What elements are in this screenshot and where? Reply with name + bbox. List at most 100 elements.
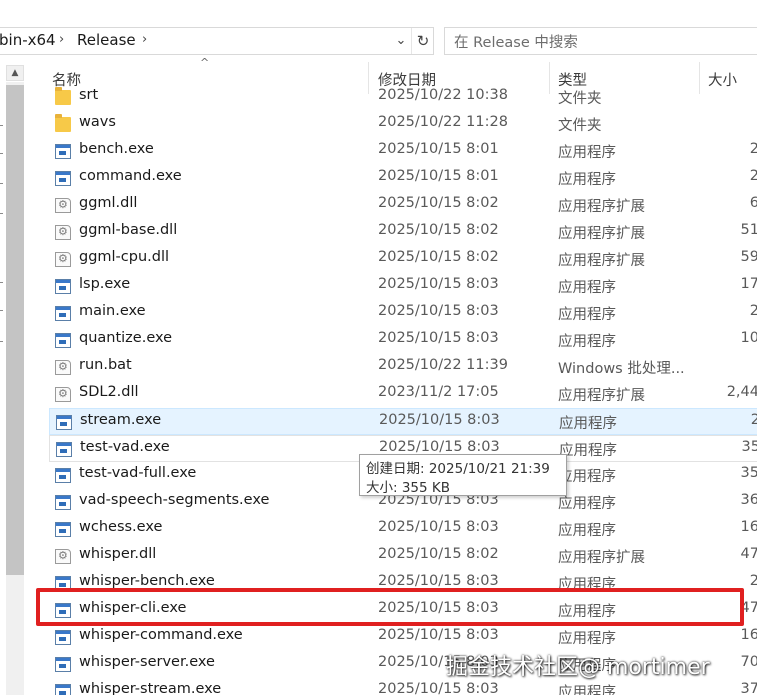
file-row[interactable]: run.bat 2025/10/22 11:39 Windows 批处理... bbox=[49, 354, 757, 381]
application-icon bbox=[55, 684, 71, 695]
file-date: 2025/10/15 8:02 bbox=[378, 195, 499, 211]
file-type: 应用程序 bbox=[559, 416, 617, 432]
file-row[interactable]: command.exe 2025/10/15 8:01 应用程序 2 bbox=[49, 165, 757, 192]
file-row[interactable]: SDL2.dll 2023/11/2 17:05 应用程序扩展 2,44 bbox=[49, 381, 757, 408]
file-size: 6 bbox=[749, 195, 757, 211]
file-row[interactable]: whisper.dll 2025/10/15 8:02 应用程序扩展 47 bbox=[49, 543, 757, 570]
file-name: quantize.exe bbox=[79, 330, 173, 346]
chevron-down-icon[interactable]: ⌄ bbox=[391, 28, 411, 54]
file-type: 应用程序 bbox=[558, 523, 616, 539]
file-row[interactable]: wchess.exe 2025/10/15 8:03 应用程序 16 bbox=[49, 516, 757, 543]
file-name: srt bbox=[79, 87, 99, 103]
file-name: whisper-bench.exe bbox=[79, 573, 215, 589]
file-type: 应用程序 bbox=[558, 685, 616, 695]
file-type: Windows 批处理... bbox=[558, 361, 685, 377]
application-icon bbox=[55, 306, 71, 321]
file-date: 2025/10/15 8:03 bbox=[378, 519, 499, 535]
file-type: 文件夹 bbox=[558, 118, 602, 134]
file-icon bbox=[55, 198, 71, 213]
file-type: 应用程序扩展 bbox=[558, 199, 645, 215]
file-type: 应用程序扩展 bbox=[558, 550, 645, 566]
file-size: 16 bbox=[740, 627, 757, 643]
file-date: 2025/10/15 8:02 bbox=[378, 546, 499, 562]
file-row[interactable]: quantize.exe 2025/10/15 8:03 应用程序 10 bbox=[49, 327, 757, 354]
file-icon bbox=[55, 387, 71, 402]
file-name: whisper-stream.exe bbox=[79, 681, 222, 695]
watermark: 掘金技术社区@ mortimer bbox=[446, 655, 710, 680]
refresh-icon[interactable]: ↻ bbox=[411, 28, 434, 54]
tooltip-created: 创建日期: 2025/10/21 21:39 bbox=[366, 461, 550, 477]
address-bar[interactable]: bin-x64 › Release › ⌄ ↻ bbox=[0, 27, 434, 55]
file-date: 2025/10/22 11:28 bbox=[378, 114, 508, 130]
file-date: 2025/10/15 8:03 bbox=[378, 330, 499, 346]
application-icon bbox=[55, 171, 71, 186]
breadcrumb-release[interactable]: Release bbox=[77, 31, 136, 49]
breadcrumb-chevron-icon[interactable]: › bbox=[142, 32, 147, 47]
file-row[interactable]: ggml-base.dll 2025/10/15 8:02 应用程序扩展 51 bbox=[49, 219, 757, 246]
file-date: 2025/10/15 8:02 bbox=[378, 222, 499, 238]
file-row[interactable]: stream.exe 2025/10/15 8:03 应用程序 2 bbox=[49, 408, 757, 435]
file-date: 2025/10/15 8:03 bbox=[378, 681, 499, 695]
file-name: whisper-command.exe bbox=[79, 627, 243, 643]
file-name: main.exe bbox=[79, 303, 146, 319]
file-name: vad-speech-segments.exe bbox=[79, 492, 270, 508]
file-type: 应用程序扩展 bbox=[558, 226, 645, 242]
file-name: test-vad-full.exe bbox=[79, 465, 197, 481]
application-icon bbox=[55, 522, 71, 537]
scroll-up-arrow-icon[interactable]: ▲ bbox=[6, 65, 24, 81]
toolbar: bin-x64 › Release › ⌄ ↻ 在 Release 中搜索 bbox=[0, 0, 757, 64]
file-name: wavs bbox=[79, 114, 116, 130]
file-row[interactable]: whisper-command.exe 2025/10/15 8:03 应用程序 16 bbox=[49, 624, 757, 651]
file-size: 17 bbox=[740, 276, 757, 292]
file-size: 36 bbox=[740, 492, 757, 508]
file-name: ggml-base.dll bbox=[79, 222, 178, 238]
file-row[interactable]: bench.exe 2025/10/15 8:01 应用程序 2 bbox=[49, 138, 757, 165]
folder-icon bbox=[55, 114, 71, 132]
file-row[interactable]: main.exe 2025/10/15 8:03 应用程序 2 bbox=[49, 300, 757, 327]
file-size: 37 bbox=[740, 681, 757, 695]
file-date: 2025/10/15 8:03 bbox=[379, 439, 500, 455]
file-tooltip: 创建日期: 2025/10/21 21:39 大小: 355 KB bbox=[359, 454, 567, 496]
file-type: 应用程序 bbox=[558, 307, 616, 323]
file-row[interactable]: lsp.exe 2025/10/15 8:03 应用程序 17 bbox=[49, 273, 757, 300]
file-name: test-vad.exe bbox=[80, 439, 170, 455]
file-size: 16 bbox=[740, 519, 757, 535]
file-size: 59 bbox=[740, 249, 757, 265]
file-size: 35 bbox=[740, 465, 757, 481]
file-type: 应用程序 bbox=[559, 443, 617, 459]
file-date: 2025/10/15 8:01 bbox=[378, 141, 499, 157]
file-type: 应用程序 bbox=[558, 172, 616, 188]
file-name: whisper-server.exe bbox=[79, 654, 215, 670]
file-row[interactable]: ggml.dll 2025/10/15 8:02 应用程序扩展 6 bbox=[49, 192, 757, 219]
highlight-box bbox=[36, 588, 744, 626]
breadcrumb-chevron-icon[interactable]: › bbox=[59, 32, 64, 47]
file-date: 2025/10/15 8:03 bbox=[378, 627, 499, 643]
file-name: lsp.exe bbox=[79, 276, 131, 292]
search-placeholder: 在 Release 中搜索 bbox=[454, 35, 578, 51]
application-icon bbox=[55, 333, 71, 348]
file-name: command.exe bbox=[79, 168, 182, 184]
folder-row[interactable]: wavs 2025/10/22 11:28 文件夹 bbox=[49, 111, 757, 138]
file-size: 51 bbox=[740, 222, 757, 238]
file-size: 2 bbox=[749, 141, 757, 157]
file-date: 2025/10/15 8:03 bbox=[378, 303, 499, 319]
file-type: 应用程序 bbox=[558, 631, 616, 647]
file-size: 2 bbox=[750, 412, 757, 428]
application-icon bbox=[55, 630, 71, 645]
folder-row[interactable]: srt 2025/10/22 10:38 文件夹 bbox=[49, 85, 757, 111]
folder-icon bbox=[55, 87, 71, 105]
file-name: SDL2.dll bbox=[79, 384, 139, 400]
breadcrumb-bin-x64[interactable]: bin-x64 bbox=[0, 31, 56, 49]
file-size: 2,44 bbox=[726, 384, 757, 400]
file-size: 10 bbox=[740, 330, 757, 346]
file-date: 2023/11/2 17:05 bbox=[378, 384, 499, 400]
search-input[interactable]: 在 Release 中搜索 bbox=[444, 27, 757, 55]
file-date: 2025/10/15 8:03 bbox=[378, 276, 499, 292]
application-icon bbox=[55, 468, 71, 483]
application-icon bbox=[55, 495, 71, 510]
file-name: whisper.dll bbox=[79, 546, 157, 562]
file-date: 2025/10/15 8:03 bbox=[379, 412, 500, 428]
file-row[interactable]: ggml-cpu.dll 2025/10/15 8:02 应用程序扩展 59 bbox=[49, 246, 757, 273]
file-date: 2025/10/15 8:02 bbox=[378, 249, 499, 265]
file-type: 文件夹 bbox=[558, 91, 602, 107]
